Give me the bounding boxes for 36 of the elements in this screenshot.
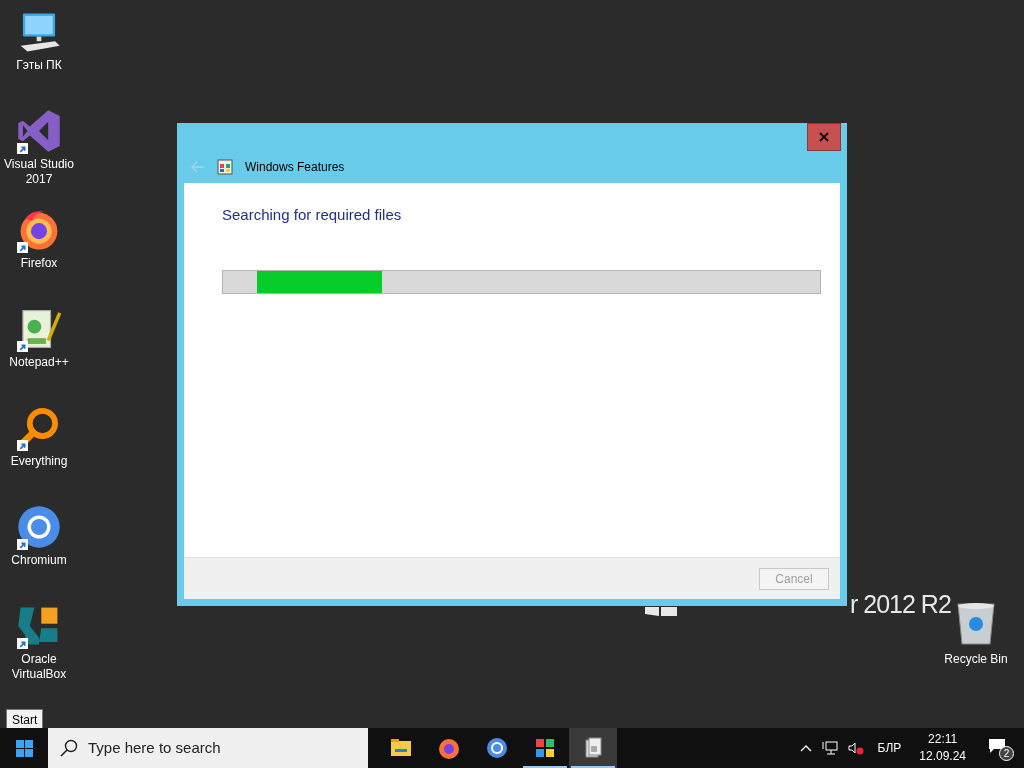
desktop-icon-label[interactable]: Гэты ПК	[16, 58, 62, 73]
desktop-icon-label[interactable]: Chromium	[11, 553, 67, 568]
search-field[interactable]: Type here to search	[88, 736, 348, 760]
app-icon	[437, 736, 461, 760]
window-title: Windows Features	[245, 159, 345, 176]
desktop-icon-label[interactable]: Firefox	[20, 256, 58, 271]
notifications-button[interactable]: 2	[986, 735, 1016, 761]
desktop-icon-label[interactable]: Oracle VirtualBox	[0, 652, 78, 682]
desktop-icon-label[interactable]: Everything	[10, 454, 68, 469]
input-language[interactable]: БЛР	[873, 739, 906, 757]
windows-logo-icon	[645, 607, 677, 616]
app-icon[interactable]	[16, 108, 62, 154]
chevron-up-icon[interactable]	[799, 744, 812, 752]
volume-muted-icon[interactable]	[847, 741, 864, 755]
app-icon	[533, 736, 557, 760]
network-icon[interactable]	[821, 741, 838, 755]
close-button[interactable]	[807, 123, 841, 151]
message-icon	[988, 738, 1006, 754]
wallpaper-text: r 2012 R2	[850, 590, 951, 618]
desktop-icon-label[interactable]: Visual Studio 2017	[0, 157, 78, 187]
close-icon	[819, 132, 829, 142]
taskbar-app-button[interactable]	[569, 728, 617, 768]
window-app-icon	[217, 159, 233, 175]
desktop-icon-label[interactable]: Recycle Bin	[944, 650, 1008, 668]
clock-date[interactable]: 12.09.24	[919, 748, 966, 765]
search-icon	[60, 739, 78, 757]
clock-time[interactable]: 22:11	[928, 731, 958, 748]
tooltip: Start	[6, 709, 44, 731]
desktop-icon-label[interactable]: Notepad++	[9, 355, 69, 370]
search-bar[interactable]: Type here to search	[48, 728, 368, 768]
recycle-bin-icon[interactable]	[954, 600, 998, 646]
windows-logo-icon	[15, 739, 33, 757]
app-icon[interactable]	[16, 504, 62, 550]
notification-count: 2	[999, 746, 1014, 761]
dialog-heading: Searching for required files	[222, 205, 403, 225]
app-icon	[485, 736, 509, 760]
